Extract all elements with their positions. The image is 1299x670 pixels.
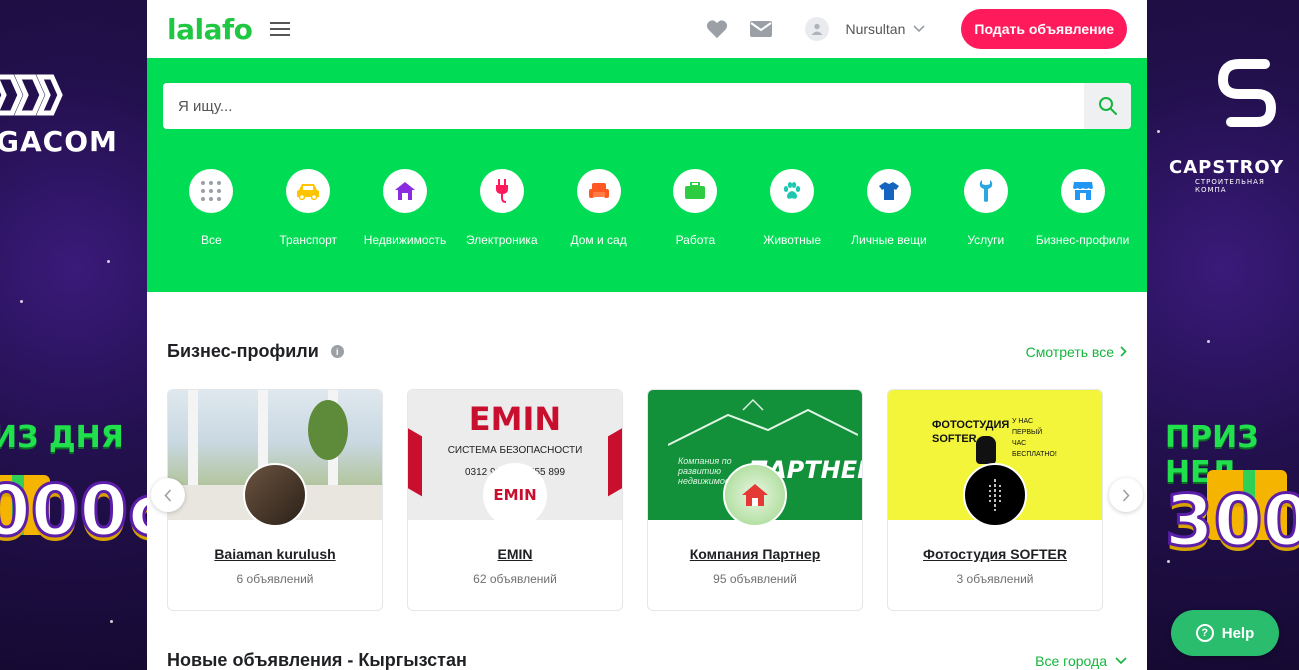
business-card[interactable]: Baiaman kurulush 6 объявлений bbox=[167, 389, 383, 611]
user-name: Nursultan bbox=[845, 21, 906, 37]
chevron-right-icon bbox=[1122, 488, 1130, 502]
shop-icon bbox=[1072, 182, 1093, 200]
carousel-prev-button[interactable] bbox=[151, 478, 185, 512]
category-label: Работа bbox=[675, 233, 716, 247]
category-label: Услуги bbox=[967, 233, 1005, 247]
info-icon[interactable]: i bbox=[330, 345, 344, 358]
chevron-left-icon bbox=[164, 488, 172, 502]
city-selector-label: Все города bbox=[1035, 652, 1107, 669]
card-name: Компания Партнер bbox=[689, 546, 821, 562]
mail-icon[interactable] bbox=[749, 17, 773, 41]
menu-icon[interactable] bbox=[270, 22, 291, 36]
main-content: lalafo Nursultan Подать объявление Я ищу… bbox=[147, 0, 1147, 670]
card-ad-count: 3 объявлений bbox=[956, 572, 1034, 586]
right-ad-brand: CAPSTROY bbox=[1169, 157, 1285, 178]
category-jobs[interactable]: Работа bbox=[647, 169, 744, 247]
user-menu[interactable]: Nursultan bbox=[805, 17, 925, 41]
search-input[interactable] bbox=[163, 83, 1084, 129]
business-card[interactable]: Компания по развитию недвижимости ПАРТНЕ… bbox=[647, 389, 863, 611]
section-title: Бизнес-профили bbox=[167, 341, 319, 361]
card-logo bbox=[963, 463, 1027, 527]
post-ad-button[interactable]: Подать объявление bbox=[961, 9, 1127, 49]
see-all-label: Смотреть все bbox=[1025, 343, 1114, 360]
business-carousel: Baiaman kurulush 6 объявлений EMIN СИСТЕ… bbox=[147, 389, 1147, 611]
carousel-next-button[interactable] bbox=[1109, 478, 1143, 512]
gacom-logo-icon bbox=[0, 74, 63, 116]
category-animals[interactable]: Животные bbox=[744, 169, 841, 247]
category-label: Недвижимость bbox=[363, 233, 447, 247]
logo-text: EMIN bbox=[493, 486, 537, 504]
category-label: Все bbox=[201, 233, 222, 247]
card-logo bbox=[243, 463, 307, 527]
left-ad-amount: 000с bbox=[0, 469, 147, 554]
card-logo: EMIN bbox=[483, 463, 547, 527]
category-personal-items[interactable]: Личные вещи bbox=[841, 169, 938, 247]
heart-icon[interactable] bbox=[705, 17, 729, 41]
category-real-estate[interactable]: Недвижимость bbox=[357, 169, 454, 247]
help-icon: ? bbox=[1195, 624, 1214, 642]
right-ad-tagline: СТРОИТЕЛЬНАЯ КОМПА bbox=[1195, 178, 1265, 194]
chevron-down-icon bbox=[1115, 656, 1127, 664]
card-name: Baiaman kurulush bbox=[214, 546, 336, 562]
softer-logo-icon bbox=[989, 479, 1001, 511]
category-label: Бизнес-профили bbox=[1035, 233, 1130, 247]
shirt-icon bbox=[878, 182, 899, 200]
house-icon bbox=[742, 484, 768, 506]
capstroy-logo-icon bbox=[1217, 59, 1277, 127]
card-name: EMIN bbox=[497, 546, 533, 562]
category-business-profiles[interactable]: Бизнес-профили bbox=[1034, 169, 1131, 247]
left-ad-prize-text: ИЗ ДНЯ bbox=[0, 420, 124, 455]
card-ad-count: 6 объявлений bbox=[236, 572, 314, 586]
banner-subtitle: У НАС ПЕРВЫЙ ЧАС БЕСПЛАТНО! bbox=[1012, 418, 1057, 458]
search-button[interactable] bbox=[1084, 83, 1131, 129]
section-title: Новые объявления - Кыргызстан bbox=[167, 650, 467, 670]
city-selector[interactable]: Все города bbox=[1035, 653, 1127, 669]
category-services[interactable]: Услуги bbox=[937, 169, 1034, 247]
hero-search-area: Все Транспорт Недвижимость Электроника bbox=[147, 58, 1147, 292]
category-electronics[interactable]: Электроника bbox=[453, 169, 550, 247]
category-transport[interactable]: Транспорт bbox=[260, 169, 357, 247]
user-icon bbox=[805, 17, 830, 41]
chevron-right-icon bbox=[1120, 346, 1127, 357]
briefcase-icon bbox=[685, 182, 706, 199]
top-header: lalafo Nursultan Подать объявление bbox=[147, 0, 1147, 58]
business-card[interactable]: EMIN СИСТЕМА БЕЗОПАСНОСТИ 0312 900 ... 7… bbox=[407, 389, 623, 611]
right-ad-banner[interactable]: CAPSTROY СТРОИТЕЛЬНАЯ КОМПА ПРИЗ НЕД 300… bbox=[1147, 0, 1299, 670]
right-ad-amount: 3000 bbox=[1164, 479, 1299, 564]
category-home-garden[interactable]: Дом и сад bbox=[550, 169, 647, 247]
grid-icon bbox=[201, 181, 222, 201]
business-card[interactable]: ФОТОСТУДИЯ SOFTER У НАС ПЕРВЫЙ ЧАС БЕСПЛ… bbox=[887, 389, 1103, 611]
banner-title: EMIN bbox=[468, 400, 562, 438]
lalafo-logo[interactable]: lalafo bbox=[167, 13, 253, 46]
card-ad-count: 95 объявлений bbox=[713, 572, 797, 586]
car-icon bbox=[297, 184, 320, 200]
card-ad-count: 62 объявлений bbox=[473, 572, 557, 586]
category-all[interactable]: Все bbox=[163, 169, 260, 247]
wrench-icon bbox=[979, 180, 993, 202]
new-ads-header: Новые объявления - Кыргызстан Все города bbox=[147, 650, 1147, 670]
left-ad-banner[interactable]: GACOM ИЗ ДНЯ 000с bbox=[0, 0, 147, 670]
help-button[interactable]: ? Help bbox=[1171, 610, 1279, 656]
paw-icon bbox=[783, 182, 801, 199]
card-logo bbox=[723, 463, 787, 527]
banner-subtitle: СИСТЕМА БЕЗОПАСНОСТИ bbox=[447, 445, 583, 456]
sofa-icon bbox=[588, 183, 609, 198]
category-label: Дом и сад bbox=[570, 233, 627, 247]
help-label: Help bbox=[1221, 624, 1255, 642]
chevron-down-icon bbox=[913, 25, 925, 33]
search-bar bbox=[163, 83, 1131, 129]
category-list: Все Транспорт Недвижимость Электроника Д… bbox=[163, 169, 1131, 247]
search-icon bbox=[1098, 97, 1117, 115]
business-section-header: Бизнес-профили i Смотреть все bbox=[147, 341, 1147, 362]
category-label: Транспорт bbox=[279, 233, 338, 247]
category-label: Электроника bbox=[465, 233, 538, 247]
card-name: Фотостудия SOFTER bbox=[923, 546, 1067, 562]
category-label: Личные вещи bbox=[851, 233, 927, 247]
left-ad-brand: GACOM bbox=[0, 125, 118, 158]
category-label: Животные bbox=[763, 233, 822, 247]
plug-icon bbox=[495, 179, 508, 203]
house-icon bbox=[394, 182, 415, 200]
see-all-link[interactable]: Смотреть все bbox=[1026, 344, 1127, 360]
